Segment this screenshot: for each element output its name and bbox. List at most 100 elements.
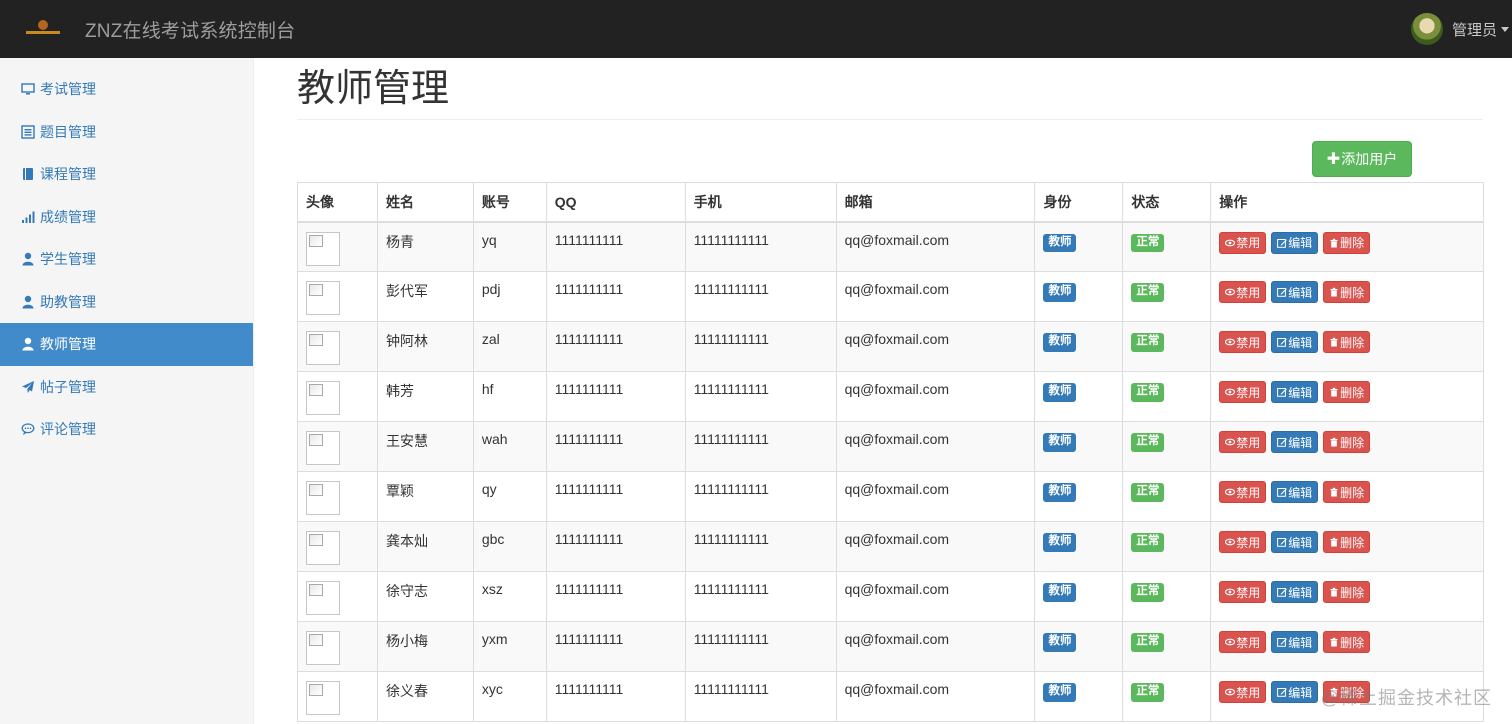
eye-icon xyxy=(1225,437,1236,447)
disable-button-label: 禁用 xyxy=(1236,236,1261,250)
user-icon xyxy=(21,337,35,351)
disable-button[interactable]: 禁用 xyxy=(1219,531,1267,553)
status-cell: 正常 xyxy=(1122,371,1212,422)
delete-button[interactable]: 删除 xyxy=(1323,281,1371,303)
edit-button[interactable]: 编辑 xyxy=(1271,231,1319,254)
sidebar-item[interactable]: 评论管理 xyxy=(0,408,253,451)
disable-button[interactable]: 禁用 xyxy=(1219,381,1267,403)
edit-button[interactable]: 编辑 xyxy=(1271,331,1319,353)
sidebar-item[interactable]: 成绩管理 xyxy=(0,196,253,239)
column-header: 头像 xyxy=(297,182,378,223)
column-header: 账号 xyxy=(472,182,547,223)
disable-button[interactable]: 禁用 xyxy=(1219,681,1267,703)
sidebar-item[interactable]: 学生管理 xyxy=(0,238,253,281)
sidebar-item[interactable]: 帖子管理 xyxy=(0,366,253,409)
status-cell: 正常 xyxy=(1122,221,1212,272)
disable-button[interactable]: 禁用 xyxy=(1219,331,1267,353)
trash-icon xyxy=(1329,487,1339,497)
trash-icon xyxy=(1329,437,1339,447)
sidebar-item[interactable]: 教师管理 xyxy=(0,323,253,366)
add-user-button[interactable]: ✚ 添加用户 xyxy=(1312,141,1412,177)
avatar-cell xyxy=(297,471,378,522)
sidebar-item[interactable]: 考试管理 xyxy=(0,68,253,111)
edit-button[interactable]: 编辑 xyxy=(1271,431,1319,453)
delete-button[interactable]: 删除 xyxy=(1323,631,1371,653)
delete-button[interactable]: 删除 xyxy=(1323,431,1371,453)
role-cell: 教师 xyxy=(1034,571,1124,622)
edit-icon xyxy=(1277,387,1287,397)
edit-button[interactable]: 编辑 xyxy=(1271,631,1319,653)
qq-cell: 1111111111 xyxy=(545,421,686,472)
user-icon xyxy=(21,295,35,309)
edit-button[interactable]: 编辑 xyxy=(1271,481,1319,503)
delete-button[interactable]: 删除 xyxy=(1323,481,1371,503)
account-cell: xsz xyxy=(472,571,547,622)
broken-image-icon xyxy=(306,531,340,565)
status-cell: 正常 xyxy=(1122,571,1212,622)
disable-button[interactable]: 禁用 xyxy=(1219,631,1267,653)
delete-button[interactable]: 删除 xyxy=(1323,381,1371,403)
edit-button-label: 编辑 xyxy=(1288,685,1313,700)
avatar[interactable] xyxy=(1410,13,1443,45)
actions-cell: 禁用 编辑 删除 xyxy=(1210,471,1484,522)
actions-cell: 禁用 编辑 删除 xyxy=(1210,321,1484,372)
status-badge: 正常 xyxy=(1131,683,1165,702)
edit-button[interactable]: 编辑 xyxy=(1271,281,1319,303)
disable-button[interactable]: 禁用 xyxy=(1219,231,1267,254)
actions-cell: 禁用 编辑 删除 xyxy=(1210,621,1484,672)
trash-icon xyxy=(1329,287,1339,297)
phone-cell: 11111111111 xyxy=(684,371,837,422)
comment-icon xyxy=(21,422,35,436)
disable-button[interactable]: 禁用 xyxy=(1219,581,1267,603)
delete-button-label: 删除 xyxy=(1340,435,1365,450)
delete-button[interactable]: 删除 xyxy=(1323,531,1371,553)
user-label[interactable]: 管理员 xyxy=(1452,19,1497,40)
delete-button[interactable]: 删除 xyxy=(1323,331,1371,353)
edit-icon xyxy=(1277,487,1287,497)
status-cell: 正常 xyxy=(1122,471,1212,522)
disable-button[interactable]: 禁用 xyxy=(1219,481,1267,503)
disable-button-label: 禁用 xyxy=(1236,685,1261,700)
edit-button[interactable]: 编辑 xyxy=(1271,581,1319,603)
delete-button[interactable]: 删除 xyxy=(1323,581,1371,603)
disable-button[interactable]: 禁用 xyxy=(1219,431,1267,453)
sidebar-item[interactable]: 题目管理 xyxy=(0,111,253,154)
avatar-cell xyxy=(297,371,378,422)
column-header: 状态 xyxy=(1122,182,1212,223)
avatar-cell xyxy=(297,421,378,472)
name-cell: 徐守志 xyxy=(376,571,474,622)
status-cell: 正常 xyxy=(1122,621,1212,672)
qq-cell: 1111111111 xyxy=(545,671,686,722)
eye-icon xyxy=(1225,637,1236,647)
edit-button-label: 编辑 xyxy=(1288,585,1313,600)
brand-title[interactable]: ZNZ在线考试系统控制台 xyxy=(85,16,295,43)
sidebar-item[interactable]: 课程管理 xyxy=(0,153,253,196)
avatar-cell xyxy=(297,521,378,572)
logo[interactable] xyxy=(26,20,60,38)
edit-button[interactable]: 编辑 xyxy=(1271,381,1319,403)
role-badge: 教师 xyxy=(1043,433,1077,452)
edit-icon xyxy=(1277,287,1287,297)
delete-button-label: 删除 xyxy=(1340,385,1365,400)
role-badge: 教师 xyxy=(1043,383,1077,402)
user-menu[interactable]: 管理员 xyxy=(1410,0,1512,58)
edit-icon xyxy=(1277,437,1287,447)
chevron-down-icon[interactable] xyxy=(1501,26,1509,32)
table-row: 杨青 yq 1111111111 11111111111 qq@foxmail.com 教… xyxy=(297,221,1484,272)
sidebar-item[interactable]: 助教管理 xyxy=(0,281,253,324)
trash-icon xyxy=(1329,587,1339,597)
eye-icon xyxy=(1225,587,1236,597)
edit-button-label: 编辑 xyxy=(1288,335,1313,350)
sidebar: 考试管理 题目管理 课程管理 成绩管理 学生管理 助教管理 教师管理 帖子管理 评论管理 xyxy=(0,58,254,724)
name-cell: 韩芳 xyxy=(376,371,474,422)
role-cell: 教师 xyxy=(1034,471,1124,522)
status-badge: 正常 xyxy=(1131,633,1165,652)
edit-button[interactable]: 编辑 xyxy=(1271,531,1319,553)
disable-button[interactable]: 禁用 xyxy=(1219,281,1267,303)
avatar-cell xyxy=(297,621,378,672)
edit-button-label: 编辑 xyxy=(1288,485,1313,500)
account-cell: hf xyxy=(472,371,547,422)
user-icon xyxy=(21,252,35,266)
edit-button[interactable]: 编辑 xyxy=(1271,681,1319,703)
delete-button[interactable]: 删除 xyxy=(1323,231,1371,254)
